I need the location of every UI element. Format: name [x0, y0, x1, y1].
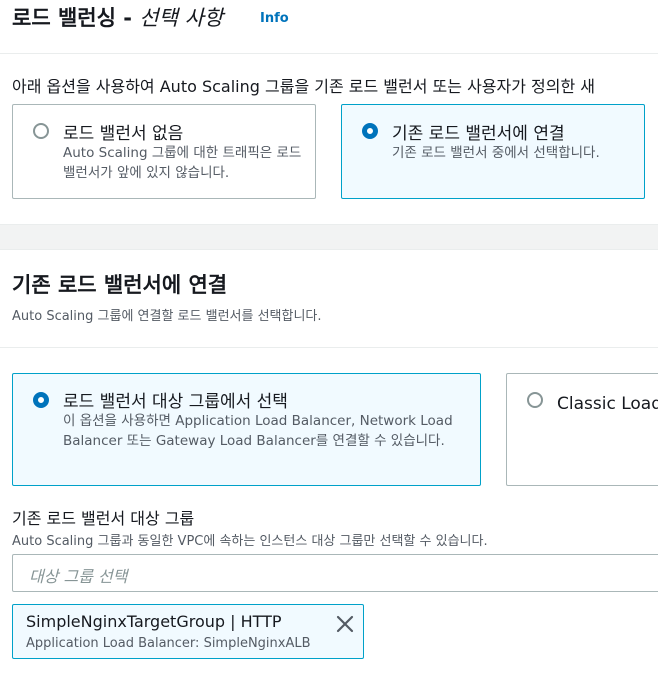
token-title: SimpleNginxTargetGroup | HTTP	[26, 612, 282, 631]
header-divider	[0, 53, 658, 54]
option-title: 기존 로드 밸런서에 연결	[392, 124, 565, 144]
option-attach-existing-load-balancer[interactable]: 기존 로드 밸런서에 연결 기존 로드 밸런서 중에서 선택합니다.	[341, 104, 645, 199]
section-description: Auto Scaling 그룹에 연결할 로드 밸런서를 선택합니다.	[12, 309, 322, 324]
target-group-label: 기존 로드 밸런서 대상 그룹	[12, 509, 195, 528]
target-group-description: Auto Scaling 그룹과 동일한 VPC에 속하는 인스턴스 대상 그룹…	[12, 534, 488, 549]
header-divider	[0, 347, 658, 348]
target-group-select[interactable]: 대상 그룹 선택	[12, 554, 658, 592]
section-title-text: 로드 밸런싱 -	[12, 6, 140, 30]
option-title: Classic Load Balancers에서 선택	[557, 394, 658, 414]
radio-choose-from-classic-load-balancers[interactable]	[527, 392, 543, 408]
container-gap	[0, 225, 658, 249]
token-subtitle: Application Load Balancer: SimpleNginxAL…	[26, 636, 311, 651]
remove-icon[interactable]	[335, 614, 355, 634]
option-description: 기존 로드 밸런서 중에서 선택합니다.	[392, 145, 600, 161]
option-title: 로드 밸런서 없음	[63, 124, 184, 144]
radio-no-load-balancer[interactable]	[33, 123, 49, 139]
option-no-load-balancer[interactable]: 로드 밸런서 없음 Auto Scaling 그룹에 대한 트래픽은 로드 밸런…	[12, 104, 316, 199]
radio-attach-existing-load-balancer[interactable]	[362, 123, 378, 139]
section-title-attach-existing: 기존 로드 밸런서에 연결	[12, 273, 228, 297]
option-choose-from-target-groups[interactable]: 로드 밸런서 대상 그룹에서 선택 이 옵션을 사용하면 Application…	[12, 373, 481, 486]
option-description: 이 옵션을 사용하면 Application Load Balancer, Ne…	[63, 413, 453, 449]
radio-choose-from-target-groups[interactable]	[33, 392, 49, 408]
selected-target-group-token: SimpleNginxTargetGroup | HTTP Applicatio…	[12, 604, 364, 659]
option-choose-from-classic-load-balancers[interactable]: Classic Load Balancers에서 선택	[506, 373, 658, 486]
info-link[interactable]: Info	[260, 11, 289, 26]
option-title: 로드 밸런서 대상 그룹에서 선택	[63, 392, 288, 412]
section-description: 아래 옵션을 사용하여 Auto Scaling 그룹을 기존 로드 밸런서 또…	[12, 77, 596, 96]
section-title-load-balancing: 로드 밸런싱 - 선택 사항	[12, 2, 223, 32]
option-description: Auto Scaling 그룹에 대한 트래픽은 로드 밸런서가 앞에 있지 않…	[63, 145, 302, 181]
container-divider	[0, 249, 658, 250]
section-title-optional: 선택 사항	[139, 6, 224, 30]
target-group-placeholder: 대상 그룹 선택	[29, 567, 128, 586]
